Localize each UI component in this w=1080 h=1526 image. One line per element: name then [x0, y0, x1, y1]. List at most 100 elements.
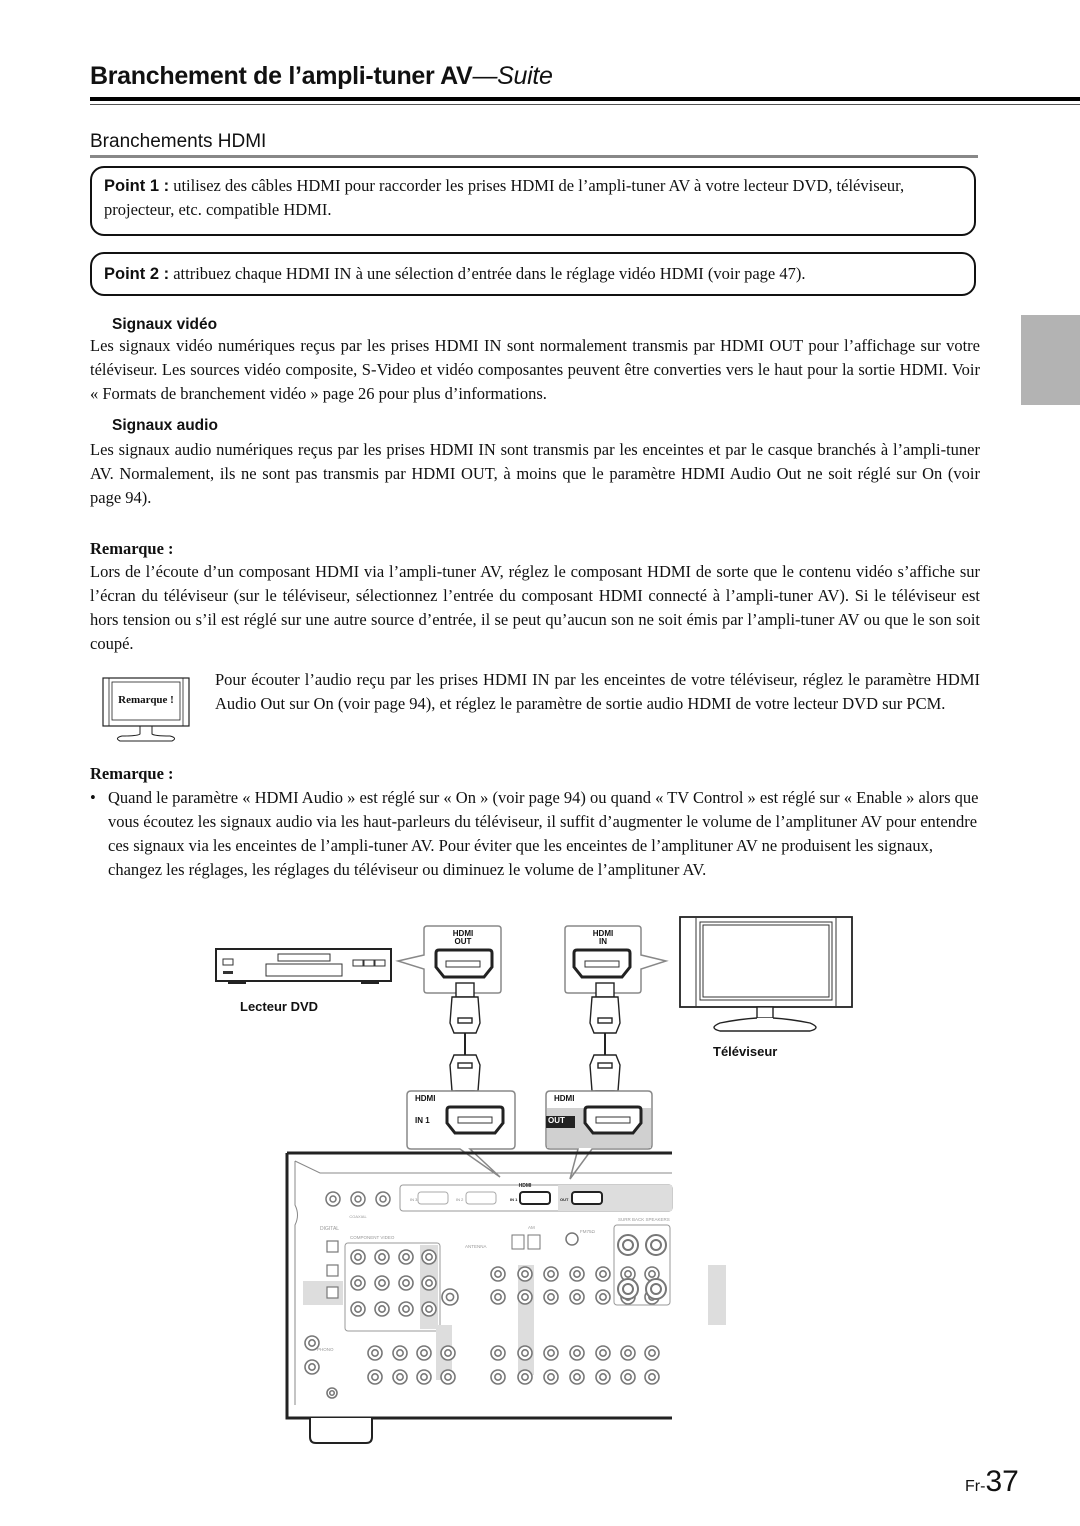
- title-rule-thin: [90, 104, 1080, 105]
- remark-2-bullet: Quand le paramètre « HDMI Audio » est ré…: [90, 786, 980, 882]
- rca-jack-center: [624, 1270, 632, 1278]
- amp-out-title: HDMI: [554, 1094, 575, 1103]
- rca-jack-center: [371, 1349, 379, 1357]
- panel-hdmi-title: HDMI: [519, 1183, 532, 1189]
- hdmi-cable-dvd: [449, 982, 481, 1106]
- rca-jack-center: [573, 1270, 581, 1278]
- rca-jack-center: [547, 1293, 555, 1301]
- rca-jack-center: [425, 1305, 433, 1313]
- rca-jack-center: [425, 1279, 433, 1287]
- remark-1-text: Lors de l’écoute d’un composant HDMI via…: [90, 562, 980, 653]
- rca-jack-center: [648, 1270, 656, 1278]
- chapter-side-tab: [1021, 315, 1080, 405]
- panel-surrback-label: SURR BACK SPEAKERS: [618, 1217, 670, 1222]
- page-number: Fr-37: [965, 1465, 1019, 1499]
- panel-fm-label: FM75Ω: [580, 1229, 596, 1234]
- rca-jack-center: [599, 1293, 607, 1301]
- rca-jack-center: [354, 1305, 362, 1313]
- page-number-value: 37: [985, 1465, 1019, 1498]
- rca-jack-center: [494, 1270, 502, 1278]
- point-1-box: Point 1 : utilisez des câbles HDMI pour …: [90, 166, 976, 236]
- remark-2-heading: Remarque :: [90, 764, 174, 783]
- remark-2-list: Quand le paramètre « HDMI Audio » est ré…: [90, 786, 980, 882]
- rca-jack-center: [354, 1253, 362, 1261]
- panel-coaxial-label: COAXIAL: [349, 1214, 367, 1219]
- video-signals-text: Les signaux vidéo numériques reçus par l…: [90, 336, 980, 403]
- panel-component-label: COMPONENT VIDEO: [350, 1235, 395, 1240]
- rca-jack-center: [402, 1253, 410, 1261]
- section-title: Branchements HDMI: [90, 131, 267, 152]
- remark-1-heading: Remarque :: [90, 539, 174, 558]
- audio-signals-text: Les signaux audio numériques reçus par l…: [90, 440, 980, 507]
- title-main: Branchement de l’ampli-tuner AV: [90, 62, 473, 90]
- rca-jack-center: [624, 1349, 632, 1357]
- video-signals-heading: Signaux vidéo: [112, 316, 218, 333]
- receiver-back-panel: [285, 1151, 726, 1444]
- rca-jack-center: [378, 1305, 386, 1313]
- panel-digital-label: DIGITAL: [320, 1226, 339, 1232]
- section-rule: [90, 155, 978, 158]
- rca-jack-center: [599, 1270, 607, 1278]
- rca-jack-center: [648, 1349, 656, 1357]
- hdmi-cable-tv: [589, 982, 621, 1106]
- rca-jack-center: [521, 1293, 529, 1301]
- panel-am-label: AM: [528, 1225, 535, 1230]
- rca-jack-center: [420, 1373, 428, 1381]
- point-2-label: Point 2 :: [104, 265, 170, 283]
- point-2-box: Point 2 : attribuez chaque HDMI IN à une…: [90, 252, 976, 296]
- rca-jack-center: [599, 1373, 607, 1381]
- title-suffix: —Suite: [472, 62, 553, 90]
- title-rule: [90, 97, 1080, 101]
- panel-phono-label: PHONO: [317, 1347, 334, 1352]
- amp-out-port-label: OUT: [548, 1116, 565, 1125]
- rca-jack-center: [494, 1349, 502, 1357]
- rca-jack-center: [402, 1279, 410, 1287]
- point-2-text: attribuez chaque HDMI IN à une sélection…: [169, 264, 806, 283]
- rca-jack-center: [378, 1253, 386, 1261]
- panel-hdmi-in2: IN 2: [456, 1197, 464, 1202]
- audio-signals-heading: Signaux audio: [112, 417, 218, 434]
- rca-jack-center: [444, 1349, 452, 1357]
- dvd-port-label-line2: OUT: [454, 937, 472, 946]
- rca-jack-center: [445, 1292, 455, 1302]
- tv-port-label-line2: IN: [599, 937, 607, 946]
- panel-antenna-label: ANTENNA: [465, 1244, 487, 1249]
- remark-tv-icon-label: Remarque !: [118, 694, 174, 706]
- amp-hdmi-out-callout: [545, 1090, 653, 1180]
- panel-hdmi-out: OUT: [560, 1197, 569, 1202]
- panel-hdmi-in1: IN 1: [510, 1197, 518, 1202]
- rca-jack-center: [547, 1373, 555, 1381]
- rca-jack-center: [444, 1373, 452, 1381]
- tv-note-text: Pour écouter l’audio reçu par les prises…: [215, 670, 980, 713]
- rca-jack-center: [328, 1389, 336, 1397]
- rca-jack-center: [494, 1373, 502, 1381]
- amp-hdmi-in1-callout: [406, 1090, 516, 1178]
- dvd-player-icon: [215, 948, 392, 984]
- rca-jack-center: [547, 1270, 555, 1278]
- point-1-text: utilisez des câbles HDMI pour raccorder …: [104, 176, 905, 219]
- rca-jack-center: [402, 1305, 410, 1313]
- rca-jack-center: [599, 1349, 607, 1357]
- rca-jack-center: [354, 1279, 362, 1287]
- rca-jack-center: [425, 1253, 433, 1261]
- rca-jack-center: [573, 1293, 581, 1301]
- rca-jack-center: [521, 1373, 529, 1381]
- rca-jack-center: [624, 1373, 632, 1381]
- panel-hdmi-in3: IN 3: [410, 1197, 418, 1202]
- rca-jack-center: [378, 1279, 386, 1287]
- amp-in-port-label: IN 1: [415, 1116, 430, 1125]
- rca-jack-center: [547, 1349, 555, 1357]
- rca-jack-center: [371, 1373, 379, 1381]
- rca-jack-center: [521, 1349, 529, 1357]
- dvd-player-label: Lecteur DVD: [240, 999, 319, 1014]
- dvd-port-label: HDMI OUT: [438, 930, 488, 946]
- page-number-prefix: Fr-: [965, 1478, 986, 1495]
- amp-in-title: HDMI: [415, 1094, 436, 1103]
- rca-jack-center: [573, 1373, 581, 1381]
- tv-port-label: HDMI IN: [578, 930, 628, 946]
- page-title: Branchement de l’ampli-tuner AV—Suite: [90, 62, 553, 91]
- rca-jack-center: [396, 1373, 404, 1381]
- rca-jack-center: [308, 1339, 316, 1347]
- rca-jack-center: [494, 1293, 502, 1301]
- rca-jack-center: [648, 1373, 656, 1381]
